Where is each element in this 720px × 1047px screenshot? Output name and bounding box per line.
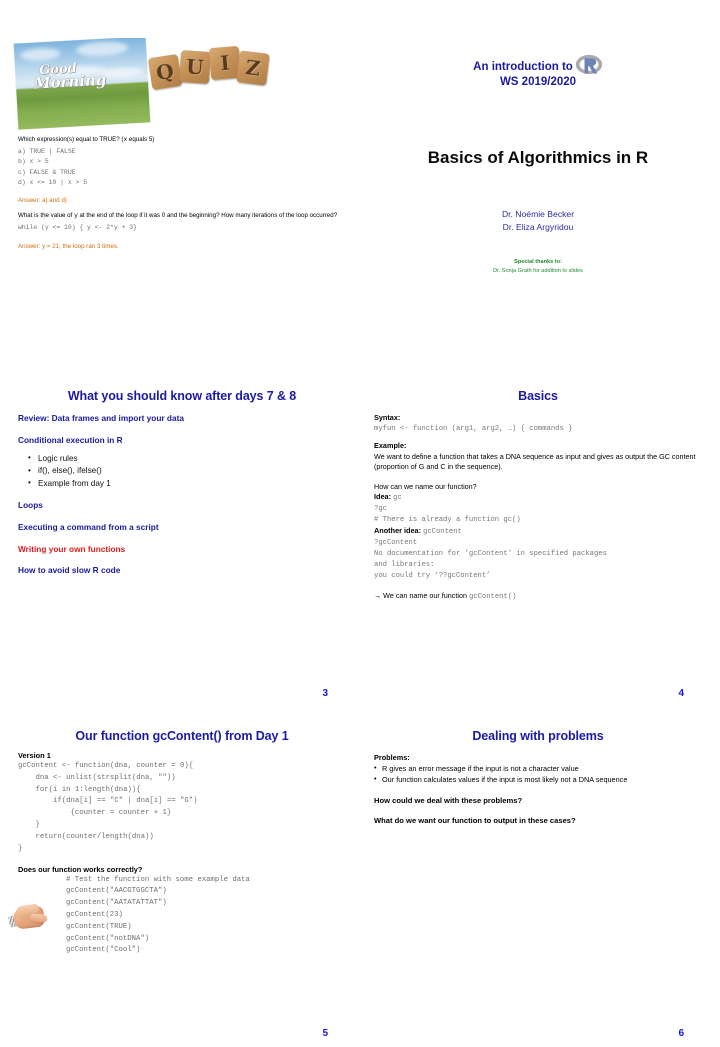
quiz-block-letter: Q (147, 53, 183, 91)
conclusion-line: → We can name our function gcContent() (374, 591, 704, 603)
discussion-question-2: What do we want our function to output i… (374, 815, 576, 825)
handout-page: Good Morning Q U I Z Which expression(s)… (0, 0, 720, 1039)
console-output-1: ?gc # There is already a function gc() (374, 504, 521, 525)
outline-sub-item: Logic rules (28, 452, 346, 465)
naming-question: How can we name our function? (374, 481, 477, 491)
author-name: Dr. Noémie Becker (501, 209, 575, 219)
q1-prompt-before: Which expression(s) equal to TRUE? ( (18, 136, 124, 143)
quiz-option: a) TRUE | FALSE (18, 147, 76, 155)
quiz-question-2-code: while (y <= 10) { y <- 2*y + 3} (18, 224, 137, 232)
quiz-option: c) FALSE & TRUE (18, 168, 76, 176)
another-idea-label: Another idea: (374, 526, 422, 536)
author-name: Dr. Eliza Argyridou (502, 221, 574, 232)
version-label: Version 1 (18, 751, 51, 760)
quiz-option: b) x > 5 (18, 158, 49, 166)
quiz-body: Which expression(s) equal to TRUE? (x eq… (8, 136, 356, 250)
slide-dealing-with-problems: Dealing with problems Problems: R gives … (364, 727, 712, 1047)
problems-list: R gives an error message if the input is… (374, 763, 704, 786)
presentation-title: Basics of Algorithmics in R (427, 148, 649, 167)
quiz-image-row: Good Morning Q U I Z (8, 38, 356, 136)
slide-gccontent-function: Our function gcContent() from Day 1 Vers… (8, 727, 356, 1047)
problems-body: Problems: R gives an error message if th… (364, 743, 712, 826)
good-morning-photo: Good Morning (13, 38, 151, 130)
conclusion-code: gcContent() (468, 593, 517, 602)
quiz-question-1-prompt: Which expression(s) equal to TRUE? (x eq… (18, 136, 350, 145)
outline-item-loops: Loops (18, 499, 43, 510)
author-list: Dr. Noémie Becker Dr. Eliza Argyridou (364, 208, 712, 234)
page-number: 5 (322, 1028, 328, 1039)
page-title: Our function gcContent() from Day 1 (75, 729, 289, 743)
outline-sub-item: Example from day 1 (28, 477, 346, 490)
syntax-label: Syntax: (374, 413, 401, 422)
page-number: 3 (322, 688, 328, 699)
code-body: Version 1 gcContent <- function(dna, cou… (8, 743, 356, 957)
special-thanks-title: Special thanks to: (514, 258, 562, 265)
special-thanks-body: Dr. Sonja Grath for addition to slides (493, 267, 583, 274)
outline-item-conditional-execution: Conditional execution in R (18, 434, 123, 445)
function-code-block: gcContent <- function(dna, counter = 0){… (18, 762, 198, 853)
problems-label: Problems: (374, 753, 410, 762)
problem-item: R gives an error message if the input is… (374, 763, 704, 775)
idea-line: Idea: gc (374, 492, 704, 504)
pointing-hand-icon (8, 901, 50, 935)
console-output-2: ?gcContent No documentation for 'gcConte… (374, 538, 607, 581)
good-morning-line2: Morning (33, 70, 107, 93)
quiz-block-letter: Z (236, 50, 270, 86)
slide-quiz: Good Morning Q U I Z Which expression(s)… (8, 38, 356, 358)
course-header-line1: An introduction to (473, 61, 573, 73)
another-idea-line: Another idea: gcContent (374, 526, 704, 538)
q1-prompt-after: equals 5) (127, 136, 155, 143)
q2-prompt-part1: What is the value of (18, 212, 75, 220)
discussion-question-1: How could we deal with these problems? (374, 795, 523, 805)
page-title: What you should know after days 7 & 8 (67, 389, 297, 403)
course-header: An introduction to WS 2019/2020 (364, 54, 712, 88)
quiz-option: d) x <= 10 | x > 5 (18, 179, 88, 187)
outline-item-script: Executing a command from a script (18, 521, 159, 532)
slide-title: An introduction to WS 2019/2020 Basics o… (364, 38, 712, 358)
quiz-answer-1: Answer: a) and d) (18, 197, 67, 205)
quiz-answer-2: Answer: y = 21; the loop ran 3 times. (18, 242, 119, 250)
basics-body: Syntax: myfun <- function (arg1, arg2, …… (364, 403, 712, 603)
outline-sub-list: Logic rules if(), else(), ifelse() Examp… (18, 452, 346, 490)
q2-prompt-part2: at the end of the loop if it was 0 and t… (77, 212, 338, 220)
idea-label: Idea: (374, 492, 392, 502)
course-header-line2: WS 2019/2020 (499, 76, 577, 88)
quiz-question-2-prompt: What is the value of y at the end of the… (18, 212, 350, 221)
good-morning-text: Good Morning (33, 61, 107, 93)
page-number: 6 (678, 1028, 684, 1039)
outline-item-review: Review: Data frames and import your data (18, 413, 184, 423)
slide-outline: What you should know after days 7 & 8 Re… (8, 387, 356, 707)
slide-basics: Basics Syntax: myfun <- function (arg1, … (364, 387, 712, 707)
outline-list: Review: Data frames and import your data… (8, 403, 356, 576)
quiz-question-1-options: a) TRUE | FALSE b) x > 5 c) FALSE & TRUE… (18, 147, 350, 189)
page-number: 4 (678, 688, 684, 699)
example-label: Example: (374, 440, 407, 450)
idea-code: gc (393, 494, 402, 503)
outline-item-slow-code: How to avoid slow R code (18, 565, 121, 576)
conclusion-prefix: → We can name our function (374, 591, 469, 601)
syntax-code: myfun <- function (arg1, arg2, …) { comm… (374, 424, 573, 433)
special-thanks: Special thanks to: Dr. Sonja Grath for a… (364, 258, 712, 276)
test-question-label: Does our function works correctly? (18, 864, 143, 874)
quiz-block-letter: U (178, 49, 212, 85)
page-title: Dealing with problems (472, 729, 604, 743)
quiz-wooden-blocks: Q U I Z (147, 42, 270, 98)
page-title: Basics (518, 389, 558, 403)
another-idea-code: gcContent (423, 528, 462, 537)
r-logo-icon (575, 54, 603, 75)
problem-item: Our function calculates values if the in… (374, 774, 704, 786)
example-text: We want to define a function that takes … (374, 451, 696, 472)
outline-item-writing-functions: Writing your own functions (18, 543, 126, 554)
test-code-block: # Test the function with some example da… (66, 875, 250, 955)
outline-sub-item: if(), else(), ifelse() (28, 465, 346, 478)
